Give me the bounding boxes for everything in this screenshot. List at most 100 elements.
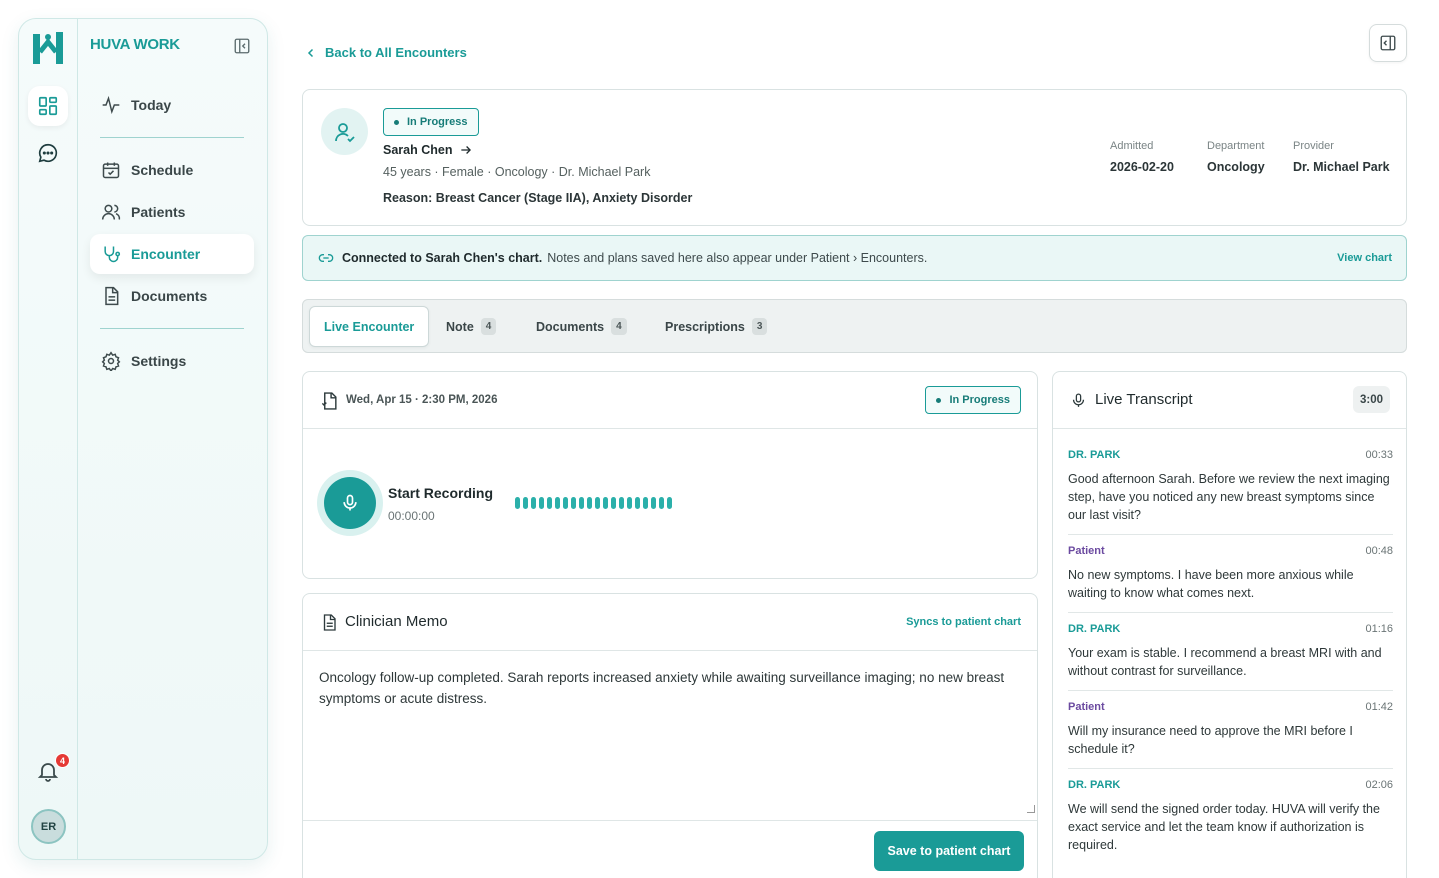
audio-waveform (515, 497, 672, 509)
nav-item-schedule[interactable]: Schedule (90, 150, 254, 190)
live-transcript-card: Live Transcript 3:00 DR. PARK 00:33 Good… (1052, 371, 1407, 878)
entry-divider (1068, 768, 1393, 769)
entry-timestamp: 01:42 (1365, 701, 1393, 713)
entry-text: Your exam is stable. I recommend a breas… (1068, 646, 1382, 678)
meta-label: Provider (1293, 140, 1334, 152)
speaker-label: DR. PARK (1068, 779, 1121, 791)
speaker-label: DR. PARK (1068, 449, 1121, 461)
meta-label: Admitted (1110, 140, 1154, 152)
transcript-entry: DR. PARK 00:33 Good afternoon Sarah. Bef… (1068, 449, 1393, 524)
entry-text: Will my insurance need to approve the MR… (1068, 724, 1353, 756)
activity-icon (102, 95, 120, 115)
nav-item-documents[interactable]: Documents (90, 276, 254, 316)
patient-reason: Reason: Breast Cancer (Stage IIA), Anxie… (383, 191, 693, 205)
textarea-resize-handle[interactable] (1027, 805, 1035, 813)
status-dot (936, 397, 942, 403)
recording-label: Start Recording (388, 485, 494, 501)
tab-prescriptions[interactable]: Prescriptions 3 (665, 306, 768, 347)
document-icon (323, 614, 336, 631)
memo-header: Clinician Memo Syncs to patient chart (303, 594, 1037, 651)
toggle-panel-button[interactable] (1369, 24, 1407, 62)
nav-item-settings[interactable]: Settings (90, 341, 254, 381)
dashboard-rail-button[interactable] (28, 86, 68, 126)
memo-textarea[interactable]: Oncology follow-up completed. Sarah repo… (319, 667, 1009, 709)
meta-department: Department Oncology (1207, 140, 1265, 174)
meta-value: Oncology (1207, 160, 1265, 174)
entry-divider (1068, 612, 1393, 613)
tab-label: Documents (536, 319, 605, 334)
banner-bold: Connected to Sarah Chen's chart. (342, 251, 543, 265)
meta-provider: Provider Dr. Michael Park (1293, 140, 1390, 174)
chevron-left-icon (307, 48, 314, 57)
arrow-right-icon (461, 146, 472, 154)
patient-summary: 45 years · Female · Oncology · Dr. Micha… (383, 165, 651, 179)
banner-text: Notes and plans saved here also appear u… (547, 251, 928, 265)
stethoscope-icon (104, 246, 121, 263)
nav-label: Patients (131, 204, 186, 220)
entry-timestamp: 00:33 (1365, 449, 1393, 461)
transcript-entry: DR. PARK 02:06 We will send the signed o… (1068, 779, 1393, 854)
clinician-memo-card: Clinician Memo Syncs to patient chart On… (302, 593, 1038, 878)
save-to-chart-button[interactable]: Save to patient chart (874, 831, 1024, 871)
encounter-tabs: Live Encounter Note 4 Documents 4 Prescr… (302, 299, 1407, 353)
grid-icon (38, 96, 58, 116)
tab-count: 3 (751, 318, 768, 335)
notification-badge: 4 (55, 753, 70, 768)
meta-label: Department (1207, 140, 1265, 152)
view-chart-link[interactable]: View chart (1337, 252, 1392, 264)
nav-item-patients[interactable]: Patients (90, 192, 254, 232)
transcript-entry: Patient 00:48 No new symptoms. I have be… (1068, 545, 1393, 602)
back-label: Back to All Encounters (325, 45, 467, 60)
recording-time: 00:00:00 (388, 509, 435, 523)
patient-name: Sarah Chen (383, 143, 453, 157)
tab-label: Note (446, 319, 474, 334)
recording-card-header: Wed, Apr 15 · 2:30 PM, 2026 In Progress (303, 372, 1037, 429)
meta-value: 2026-02-20 (1110, 160, 1174, 174)
tab-live-encounter[interactable]: Live Encounter (309, 306, 430, 347)
entry-text: Good afternoon Sarah. Before we review t… (1068, 472, 1390, 522)
entry-divider (1068, 690, 1393, 691)
file-check-icon (321, 392, 337, 410)
start-recording-button[interactable] (317, 470, 383, 536)
speaker-label: Patient (1068, 545, 1105, 557)
tab-note[interactable]: Note 4 (446, 306, 497, 347)
huva-logo[interactable] (33, 32, 63, 64)
panel-toggle-icon (1380, 35, 1396, 51)
tab-count: 4 (480, 318, 497, 335)
status-dot (394, 119, 399, 125)
meta-admitted: Admitted 2026-02-20 (1110, 140, 1174, 174)
mic-button-inner (324, 477, 376, 529)
brand-name: HUVA WORK (90, 36, 180, 53)
meta-value: Dr. Michael Park (1293, 160, 1390, 174)
nav-item-encounter[interactable]: Encounter (90, 234, 254, 274)
tab-label: Prescriptions (665, 319, 745, 334)
transcript-header: Live Transcript 3:00 (1053, 372, 1406, 429)
nav-item-today[interactable]: Today (90, 85, 254, 125)
speaker-label: DR. PARK (1068, 623, 1121, 635)
tab-documents[interactable]: Documents 4 (536, 306, 627, 347)
memo-title: Clinician Memo (345, 613, 448, 630)
recording-card: Wed, Apr 15 · 2:30 PM, 2026 In Progress … (302, 371, 1038, 579)
microphone-icon (1072, 393, 1085, 407)
sidebar: 4 ER HUVA WORK Today Schedule Patients E… (18, 18, 268, 860)
microphone-icon (343, 494, 357, 511)
user-avatar[interactable]: ER (31, 809, 66, 844)
entry-text: No new symptoms. I have been more anxiou… (1068, 568, 1354, 600)
entry-text: We will send the signed order today. HUV… (1068, 802, 1380, 852)
encounter-status-badge: In Progress (925, 386, 1021, 414)
link-icon (318, 254, 334, 262)
nav-label: Documents (131, 288, 208, 304)
tab-label: Live Encounter (324, 319, 415, 334)
encounter-date: Wed, Apr 15 · 2:30 PM, 2026 (346, 394, 498, 406)
patient-name-link[interactable]: Sarah Chen (383, 143, 473, 157)
entry-divider (1068, 534, 1393, 535)
status-label: In Progress (949, 394, 1010, 406)
entry-timestamp: 01:16 (1365, 623, 1393, 635)
collapse-sidebar-icon[interactable] (233, 37, 251, 55)
nav-panel: HUVA WORK Today Schedule Patients Encoun… (78, 19, 267, 859)
document-icon (105, 286, 119, 306)
messages-rail-button[interactable] (28, 133, 68, 173)
back-to-encounters-link[interactable]: Back to All Encounters (305, 45, 467, 60)
nav-label: Settings (131, 353, 187, 369)
patient-avatar (321, 108, 368, 155)
